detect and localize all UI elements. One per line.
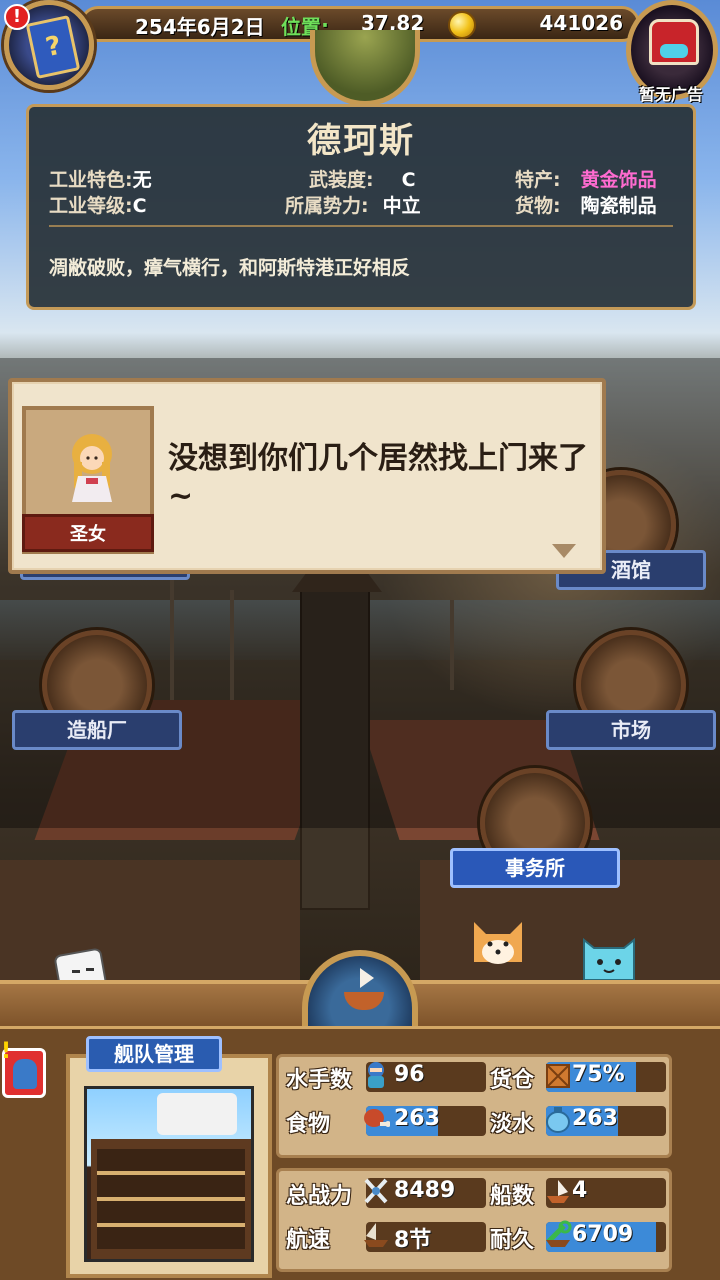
- ship-cutaway-image: [84, 1086, 254, 1262]
- coin-icon: [448, 11, 476, 39]
- stat-sailors: 水手数 96: [286, 1060, 496, 1093]
- field-key: 所属势力:: [285, 195, 369, 217]
- house-roof: [0, 860, 300, 980]
- dialog-text: 没想到你们几个居然找上门来了~: [168, 441, 588, 514]
- boat-icon: [344, 992, 384, 1010]
- repair-icon: [546, 1220, 572, 1247]
- stat-value: 263: [394, 1106, 440, 1131]
- stat-cargo: 货仓 75%: [490, 1060, 670, 1093]
- dialog-box[interactable]: 圣女 没想到你们几个居然找上门来了~: [8, 378, 606, 574]
- meat-icon: [364, 1109, 390, 1127]
- continue-arrow-icon[interactable]: [552, 544, 576, 558]
- treasure-chest-icon: [649, 19, 699, 65]
- field-value: 无: [132, 169, 152, 191]
- field-key: 特产:: [515, 169, 561, 191]
- fleet-management-button[interactable]: 舰队管理: [86, 1036, 222, 1072]
- stat-durability: 耐久 6709: [490, 1220, 670, 1253]
- field-value: 陶瓷制品: [580, 195, 657, 217]
- gold-amount: 441026: [539, 11, 624, 35]
- stat-label: 航速: [286, 1228, 331, 1253]
- sailor-icon: [368, 1062, 384, 1088]
- stat-value: 96: [394, 1062, 425, 1087]
- divider: [49, 225, 673, 227]
- field-value: C: [401, 169, 416, 191]
- faction: 所属势力: 中立: [285, 191, 421, 218]
- ship-sail: [157, 1093, 237, 1135]
- game-date: 254年6月2日: [135, 15, 265, 39]
- armament-level: 武装度: C: [309, 165, 416, 192]
- stat-value: 8节: [394, 1228, 432, 1253]
- city-info-panel: 德珂斯 工业特色:无 武装度: C 特产: 黄金饰品 工业等级:C 所属势力: 中立 …: [26, 104, 696, 310]
- field-key: 武装度:: [309, 169, 374, 191]
- saintess-avatar-icon: [72, 434, 112, 502]
- specialty: 特产: 黄金饰品: [515, 165, 657, 192]
- industry-level: 工业等级:C: [49, 191, 147, 218]
- building-label: 事务所: [450, 848, 620, 888]
- stat-label: 淡水: [490, 1112, 535, 1137]
- speaker-name: 圣女: [22, 514, 154, 552]
- alert-icon: !: [4, 4, 30, 30]
- crew-alert-button[interactable]: !: [1, 1039, 46, 1098]
- stat-label: 食物: [286, 1112, 331, 1137]
- stat-label: 水手数: [286, 1068, 353, 1093]
- stat-value: 4: [572, 1178, 588, 1203]
- ad-label: 暂无广告: [639, 85, 704, 104]
- city-description: 凋敝破败，瘴气横行，和阿斯特港正好相反: [49, 257, 411, 279]
- blue-cat-pet-icon[interactable]: [578, 930, 640, 986]
- field-value: 中立: [382, 195, 421, 217]
- stat-label: 货仓: [490, 1068, 535, 1093]
- stat-value: 263: [572, 1106, 618, 1131]
- field-value: 黄金饰品: [580, 169, 657, 191]
- field-key: 工业等级:: [49, 195, 133, 217]
- stat-value: 6709: [572, 1222, 634, 1247]
- swords-icon: [364, 1178, 388, 1204]
- sailor-avatar-icon: [13, 1059, 37, 1089]
- city-name: 德珂斯: [307, 121, 415, 161]
- stat-ship-count: 船数 4: [490, 1176, 670, 1209]
- stat-value: 8489: [394, 1178, 456, 1203]
- shiba-pet-icon[interactable]: [468, 912, 528, 972]
- stat-label: 总战力: [286, 1184, 353, 1209]
- goods: 货物: 陶瓷制品: [515, 191, 657, 218]
- building-label: 市场: [546, 710, 716, 750]
- stat-total-power: 总战力 8489: [286, 1176, 496, 1209]
- ship-hull: [91, 1139, 251, 1259]
- stat-value: 75%: [572, 1062, 625, 1087]
- speaker-portrait: 圣女: [22, 406, 154, 554]
- stat-label: 耐久: [490, 1228, 535, 1253]
- field-value: C: [132, 195, 147, 217]
- stat-label: 船数: [490, 1184, 535, 1209]
- field-key: 货物:: [515, 195, 561, 217]
- industry-feature: 工业特色:无: [49, 165, 152, 192]
- stat-food: 食物 263: [286, 1104, 496, 1137]
- ship-icon: [547, 1180, 569, 1203]
- boat-icon: [364, 1223, 388, 1247]
- stat-water: 淡水 263: [490, 1104, 670, 1137]
- field-key: 工业特色:: [49, 169, 133, 191]
- book-icon: [25, 15, 81, 79]
- stat-speed: 航速 8节: [286, 1220, 496, 1253]
- sail-icon: [360, 968, 374, 988]
- crate-icon: [546, 1064, 570, 1088]
- alert-icon: !: [1, 1039, 12, 1064]
- ad-reward-button[interactable]: 暂无广告: [626, 0, 718, 104]
- building-label: 造船厂: [12, 710, 182, 750]
- water-jug-icon: [546, 1107, 570, 1133]
